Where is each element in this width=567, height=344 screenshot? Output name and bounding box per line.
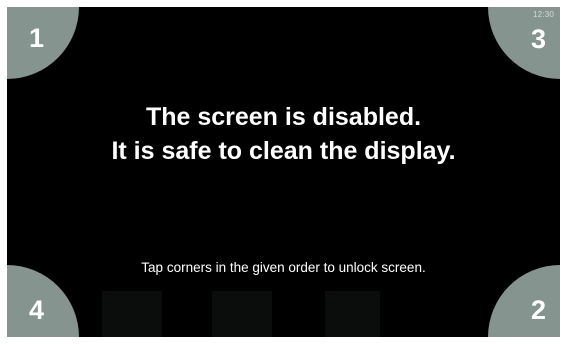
corner-button-2[interactable]: 2 (488, 265, 560, 337)
corner-number-1: 1 (29, 23, 45, 53)
status-time: 12:30 (532, 10, 554, 19)
disabled-message: The screen is disabled. It is safe to cl… (7, 100, 560, 168)
nav-shadow (325, 291, 380, 337)
nav-shadow (102, 291, 162, 337)
nav-shadow (212, 291, 272, 337)
corner-number-4: 4 (29, 295, 45, 325)
cleaning-lock-screen: 12:30 The screen is disabled. It is safe… (7, 7, 560, 337)
message-line-2: It is safe to clean the display. (111, 137, 456, 165)
corner-button-4[interactable]: 4 (7, 265, 79, 337)
corner-button-1[interactable]: 1 (7, 7, 79, 79)
message-line-1: The screen is disabled. (145, 103, 422, 131)
corner-number-2: 2 (530, 295, 546, 325)
unlock-hint: Tap corners in the given order to unlock… (141, 260, 426, 275)
corner-number-3: 3 (530, 24, 546, 54)
